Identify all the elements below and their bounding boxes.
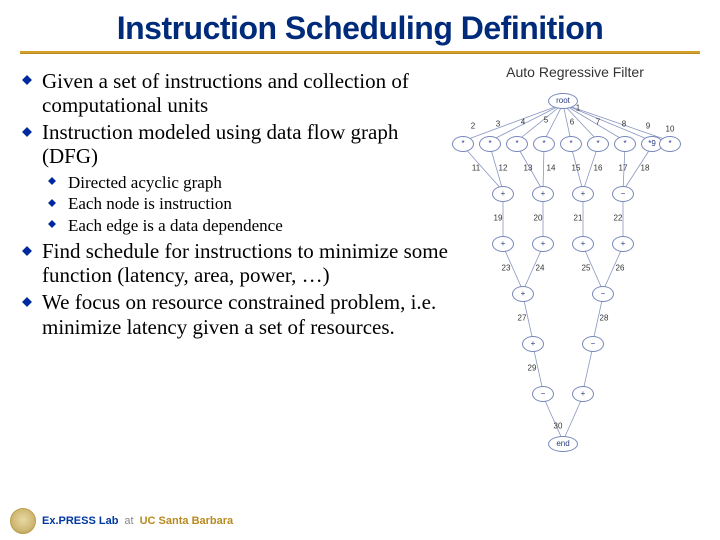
edge-label: 8: [622, 120, 626, 129]
diamond-bullet-icon: [48, 199, 56, 207]
graph-node-add: +: [492, 186, 514, 202]
bullet-text: Find schedule for instructions to minimi…: [42, 239, 448, 287]
graph-node-add: +: [512, 286, 534, 302]
sub-bullet-item: Directed acyclic graph: [48, 173, 448, 193]
diamond-bullet-icon: [48, 220, 56, 228]
graph-node-sub: −: [612, 186, 634, 202]
bullet-item: Find schedule for instructions to minimi…: [22, 239, 448, 287]
footer: Ex.PRESS Lab at UC Santa Barbara: [10, 508, 233, 534]
graph-node-add: +: [532, 236, 554, 252]
edge-label: 24: [536, 264, 545, 273]
bullet-item: We focus on resource constrained problem…: [22, 290, 448, 338]
footer-lab: Ex.PRESS Lab: [42, 515, 118, 527]
slide-title: Instruction Scheduling Definition: [0, 0, 720, 51]
graph-node-add: +: [492, 236, 514, 252]
graph-node-add: +: [572, 236, 594, 252]
dfg-graph: root * * * * * * * *9 * + + + − + + + + …: [448, 86, 678, 486]
edge-label: 4: [521, 118, 525, 127]
graph-node-mul: *: [452, 136, 474, 152]
graph-node-sub: −: [582, 336, 604, 352]
diamond-bullet-icon: [22, 75, 32, 85]
diamond-bullet-icon: [22, 246, 32, 256]
graph-node-mul: *: [479, 136, 501, 152]
graph-node-add: +: [572, 386, 594, 402]
edge-label: 19: [494, 214, 503, 223]
edge-label: 11: [472, 164, 480, 173]
bullet-item: Given a set of instructions and collecti…: [22, 69, 448, 117]
edge-label: 6: [570, 118, 574, 127]
diamond-bullet-icon: [22, 127, 32, 137]
graph-node-add: +: [532, 186, 554, 202]
edge-label: 17: [619, 164, 628, 173]
edge-label: 13: [524, 164, 533, 173]
graph-node-mul: *: [659, 136, 681, 152]
graph-column: Auto Regressive Filter: [448, 62, 702, 486]
edge-label: 5: [544, 116, 548, 125]
sub-bullet-item: Each edge is a data dependence: [48, 216, 448, 236]
bullet-text: We focus on resource constrained problem…: [42, 290, 436, 338]
ucsb-seal-icon: [10, 508, 36, 534]
diamond-bullet-icon: [48, 177, 56, 185]
edge-label: 7: [596, 118, 600, 127]
edge-label: 2: [471, 122, 475, 131]
graph-node-add: +: [572, 186, 594, 202]
edge-label: 21: [574, 214, 583, 223]
edge-label: 27: [518, 314, 527, 323]
slide-body: Given a set of instructions and collecti…: [0, 62, 720, 486]
graph-node-add: +: [612, 236, 634, 252]
bullet-text: Instruction modeled using data flow grap…: [42, 120, 398, 168]
sub-bullet-text: Directed acyclic graph: [68, 173, 222, 192]
footer-org: UC Santa Barbara: [140, 515, 234, 527]
graph-node-mul: *: [587, 136, 609, 152]
sub-bullet-text: Each edge is a data dependence: [68, 216, 283, 235]
graph-node-mul: *: [614, 136, 636, 152]
bullet-column: Given a set of instructions and collecti…: [18, 62, 448, 486]
bullet-list: Given a set of instructions and collecti…: [18, 69, 448, 339]
edge-label: 23: [502, 264, 511, 273]
graph-node-end: end: [548, 436, 578, 452]
edge-label: 30: [554, 422, 563, 431]
sub-bullet-item: Each node is instruction: [48, 194, 448, 214]
edge-label: 9: [646, 122, 650, 131]
graph-node-sub: −: [532, 386, 554, 402]
graph-title: Auto Regressive Filter: [448, 64, 702, 80]
edge-label: 16: [594, 164, 603, 173]
edge-label: 15: [572, 164, 581, 173]
graph-node-add: +: [522, 336, 544, 352]
edge-label: 10: [666, 125, 675, 134]
edge-label: 20: [534, 214, 543, 223]
edge-label: 29: [528, 364, 537, 373]
graph-node-mul: *: [560, 136, 582, 152]
edge-label: 18: [641, 164, 650, 173]
sub-bullet-list: Directed acyclic graph Each node is inst…: [48, 173, 448, 236]
graph-node-sub: −: [592, 286, 614, 302]
edge-label: 25: [582, 264, 591, 273]
edge-label: 12: [499, 164, 508, 173]
footer-at: at: [124, 515, 133, 527]
sub-bullet-text: Each node is instruction: [68, 194, 232, 213]
title-rule: [20, 51, 700, 54]
bullet-text: Given a set of instructions and collecti…: [42, 69, 409, 117]
edge-label: 26: [616, 264, 625, 273]
edge-label: 3: [496, 120, 500, 129]
edge-label: 14: [547, 164, 556, 173]
edge-label: 28: [600, 314, 609, 323]
graph-node-mul: *: [506, 136, 528, 152]
edge-label: 1: [576, 104, 580, 113]
graph-node-mul: *: [533, 136, 555, 152]
bullet-item: Instruction modeled using data flow grap…: [22, 120, 448, 235]
edge-label: 22: [614, 214, 623, 223]
graph-node-root: root: [548, 93, 578, 109]
diamond-bullet-icon: [22, 297, 32, 307]
